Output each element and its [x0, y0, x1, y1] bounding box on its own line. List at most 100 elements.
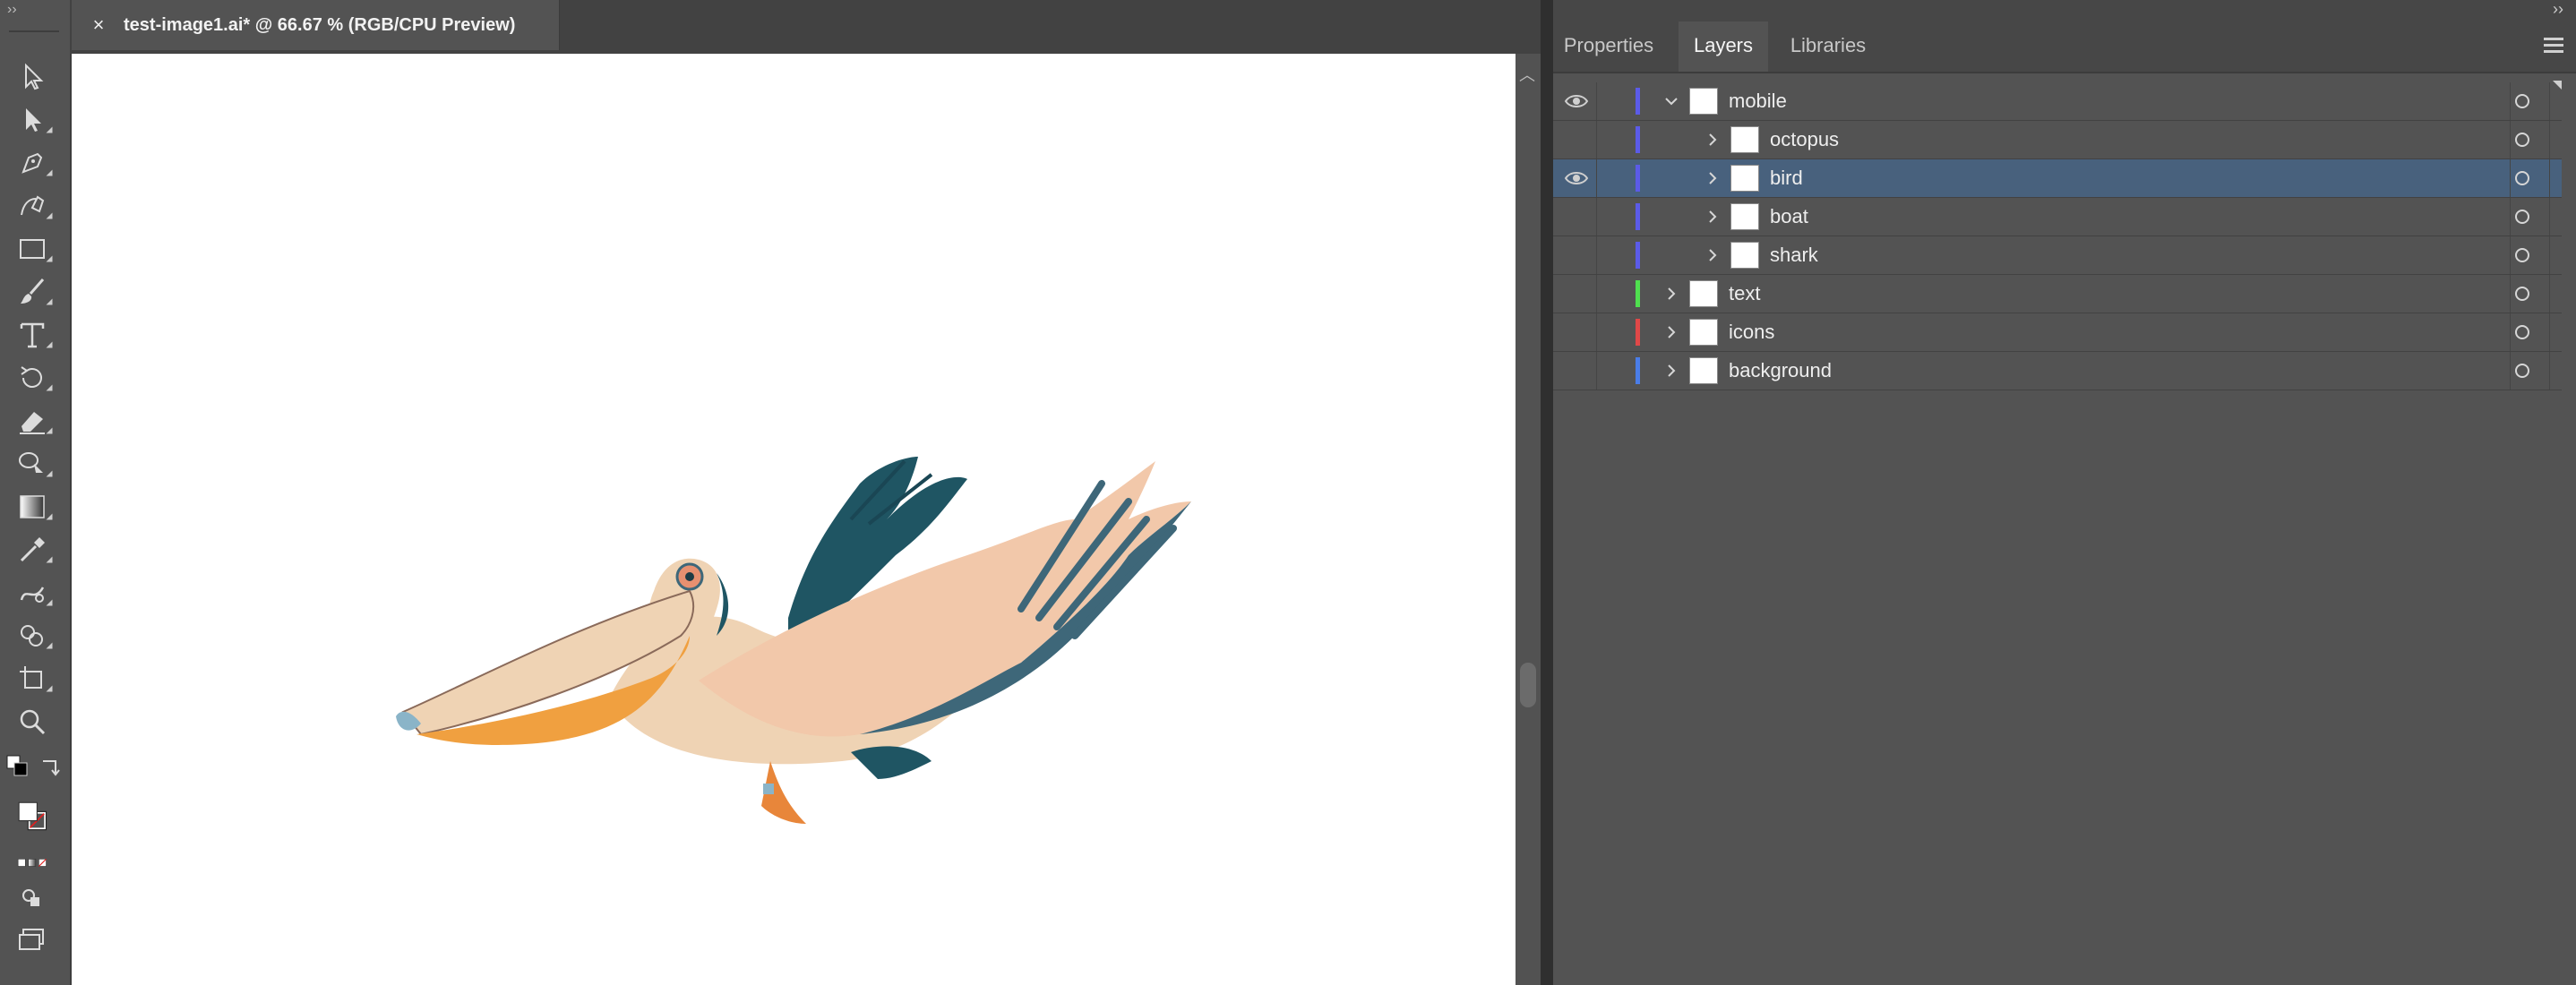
- rectangle-tool-icon[interactable]: [14, 233, 50, 265]
- puppet-warp-tool-icon[interactable]: [14, 448, 50, 480]
- chevron-right-icon[interactable]: [1662, 285, 1680, 303]
- layer-row[interactable]: bird: [1553, 159, 2562, 198]
- visibility-eye-icon[interactable]: [1564, 321, 1589, 344]
- target-circle-icon[interactable]: [2515, 287, 2529, 301]
- default-colors-icon[interactable]: [4, 752, 32, 781]
- layer-name[interactable]: mobile: [1729, 82, 1787, 120]
- eyedropper-tool-icon[interactable]: [14, 534, 50, 566]
- eraser-tool-icon[interactable]: [14, 405, 50, 437]
- visibility-eye-icon[interactable]: [1564, 128, 1589, 151]
- vertical-scrollbar[interactable]: ︿: [1516, 54, 1541, 985]
- tab-properties[interactable]: Properties: [1553, 21, 1664, 72]
- curvature-tool-icon[interactable]: [14, 190, 50, 222]
- target-circle-icon[interactable]: [2515, 248, 2529, 262]
- collapse-panel-icon[interactable]: ››: [2553, 0, 2563, 19]
- selection-column[interactable]: [2549, 121, 2550, 158]
- target-circle-icon[interactable]: [2515, 325, 2529, 339]
- shape-builder-tool-icon[interactable]: [14, 620, 50, 652]
- target-circle-icon[interactable]: [2515, 171, 2529, 185]
- layer-name[interactable]: octopus: [1770, 121, 1839, 158]
- layer-color-bar: [1636, 203, 1640, 230]
- visibility-eye-icon[interactable]: [1564, 244, 1589, 267]
- layer-name[interactable]: text: [1729, 275, 1760, 313]
- toolbar-grip[interactable]: ››: [7, 2, 17, 18]
- lock-column[interactable]: [1596, 275, 1597, 313]
- target-column: [2510, 313, 2511, 351]
- selection-column[interactable]: [2549, 352, 2550, 390]
- selection-column[interactable]: [2549, 82, 2550, 120]
- lock-column[interactable]: [1596, 236, 1597, 274]
- layer-row[interactable]: octopus: [1553, 121, 2562, 159]
- layer-thumbnail: [1730, 242, 1759, 269]
- chevron-right-icon[interactable]: [1704, 208, 1722, 226]
- selection-column[interactable]: [2549, 275, 2550, 313]
- chevron-right-icon[interactable]: [1662, 362, 1680, 380]
- pen-tool-icon[interactable]: [14, 147, 50, 179]
- fill-stroke-swatch[interactable]: [5, 788, 63, 845]
- visibility-eye-icon[interactable]: [1564, 167, 1589, 190]
- pelican-artwork[interactable]: [72, 54, 1516, 985]
- layer-row[interactable]: icons: [1553, 313, 2562, 352]
- selection-column[interactable]: [2549, 198, 2550, 236]
- layer-name[interactable]: background: [1729, 352, 1832, 390]
- layers-list: mobile octopus bird boat shark text icons backg…: [1553, 82, 2562, 390]
- panel-menu-icon[interactable]: [2544, 34, 2563, 56]
- scroll-thumb[interactable]: [1520, 663, 1536, 707]
- scroll-up-icon[interactable]: ︿: [1519, 63, 1535, 86]
- visibility-eye-icon[interactable]: [1564, 359, 1589, 382]
- target-circle-icon[interactable]: [2515, 364, 2529, 378]
- panel-divider[interactable]: [1541, 0, 1553, 985]
- artboard-canvas[interactable]: [72, 54, 1516, 985]
- document-tab[interactable]: × test-image1.ai* @ 66.67 % (RGB/CPU Pre…: [72, 0, 560, 50]
- visibility-eye-icon[interactable]: [1564, 282, 1589, 305]
- layer-color-bar: [1636, 280, 1640, 307]
- layer-name[interactable]: boat: [1770, 198, 1808, 236]
- blend-tool-icon[interactable]: [14, 577, 50, 609]
- draw-mode-icon[interactable]: [14, 881, 50, 913]
- layer-name[interactable]: shark: [1770, 236, 1818, 274]
- selection-column[interactable]: [2549, 313, 2550, 351]
- panel-header-strip: ››: [1553, 0, 2576, 21]
- swap-colors-icon[interactable]: [36, 752, 64, 781]
- lock-column[interactable]: [1596, 159, 1597, 197]
- target-column: [2510, 121, 2511, 158]
- layer-row[interactable]: shark: [1553, 236, 2562, 275]
- lock-column[interactable]: [1596, 82, 1597, 120]
- selection-tool-icon[interactable]: [14, 61, 50, 93]
- selection-column[interactable]: [2549, 159, 2550, 197]
- rotate-tool-icon[interactable]: [14, 362, 50, 394]
- direct-selection-tool-icon[interactable]: [14, 104, 50, 136]
- chevron-down-icon[interactable]: [1662, 92, 1680, 110]
- lock-column[interactable]: [1596, 198, 1597, 236]
- gradient-tool-icon[interactable]: [14, 491, 50, 523]
- lock-column[interactable]: [1596, 313, 1597, 351]
- layer-row[interactable]: boat: [1553, 198, 2562, 236]
- close-tab-icon[interactable]: ×: [82, 13, 115, 37]
- chevron-right-icon[interactable]: [1704, 169, 1722, 187]
- layer-row[interactable]: text: [1553, 275, 2562, 313]
- target-circle-icon[interactable]: [2515, 94, 2529, 108]
- target-column: [2510, 236, 2511, 274]
- zoom-tool-icon[interactable]: [14, 706, 50, 738]
- lock-column[interactable]: [1596, 121, 1597, 158]
- color-mode-icons[interactable]: [5, 852, 61, 874]
- layer-name[interactable]: icons: [1729, 313, 1774, 351]
- layer-name[interactable]: bird: [1770, 159, 1803, 197]
- selection-column[interactable]: [2549, 236, 2550, 274]
- chevron-right-icon[interactable]: [1662, 323, 1680, 341]
- tab-layers[interactable]: Layers: [1679, 21, 1768, 72]
- chevron-right-icon[interactable]: [1704, 246, 1722, 264]
- chevron-right-icon[interactable]: [1704, 131, 1722, 149]
- layer-row[interactable]: mobile: [1553, 82, 2562, 121]
- screen-mode-icon[interactable]: [14, 924, 50, 956]
- visibility-eye-icon[interactable]: [1564, 205, 1589, 228]
- type-tool-icon[interactable]: [14, 319, 50, 351]
- target-circle-icon[interactable]: [2515, 210, 2529, 224]
- visibility-eye-icon[interactable]: [1564, 90, 1589, 113]
- artboard-tool-icon[interactable]: [14, 663, 50, 695]
- layer-row[interactable]: background: [1553, 352, 2562, 390]
- paintbrush-tool-icon[interactable]: [14, 276, 50, 308]
- target-circle-icon[interactable]: [2515, 133, 2529, 147]
- lock-column[interactable]: [1596, 352, 1597, 390]
- tab-libraries[interactable]: Libraries: [1779, 21, 1877, 72]
